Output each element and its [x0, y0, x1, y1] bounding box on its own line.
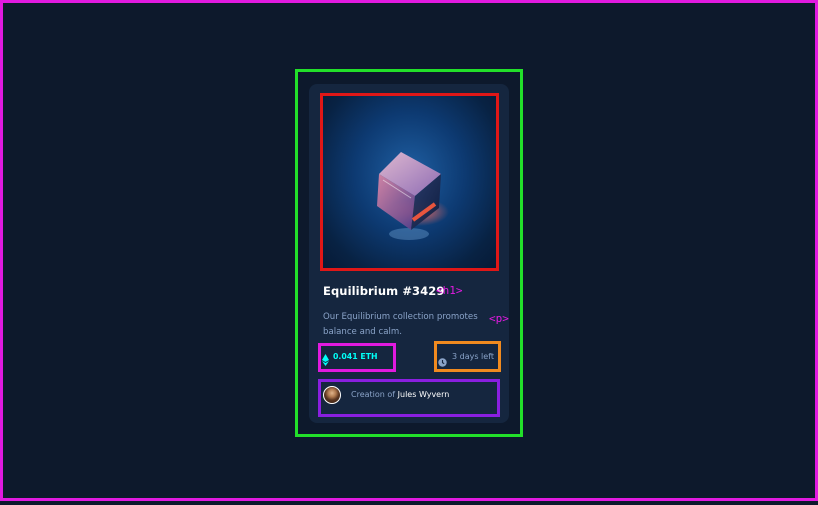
creator-name-link[interactable]: Jules Wyvern	[398, 390, 450, 399]
h1-annotation-label: <h1>	[436, 284, 463, 297]
time-left: 3 days left	[452, 352, 495, 361]
cube-illustration	[377, 152, 449, 240]
price-value: 0.041 ETH	[333, 352, 378, 361]
nft-image[interactable]	[320, 93, 499, 271]
clock-icon	[438, 352, 447, 371]
p-annotation-label: <p>	[489, 312, 509, 325]
avatar	[323, 386, 341, 404]
creator-line: Creation of Jules Wyvern	[351, 390, 449, 399]
creator-prefix: Creation of	[351, 390, 398, 399]
nft-title[interactable]: Equilibrium #3429	[323, 284, 444, 298]
ethereum-icon	[322, 351, 329, 370]
nft-description: Our Equilibrium collection promotes bala…	[323, 312, 478, 337]
